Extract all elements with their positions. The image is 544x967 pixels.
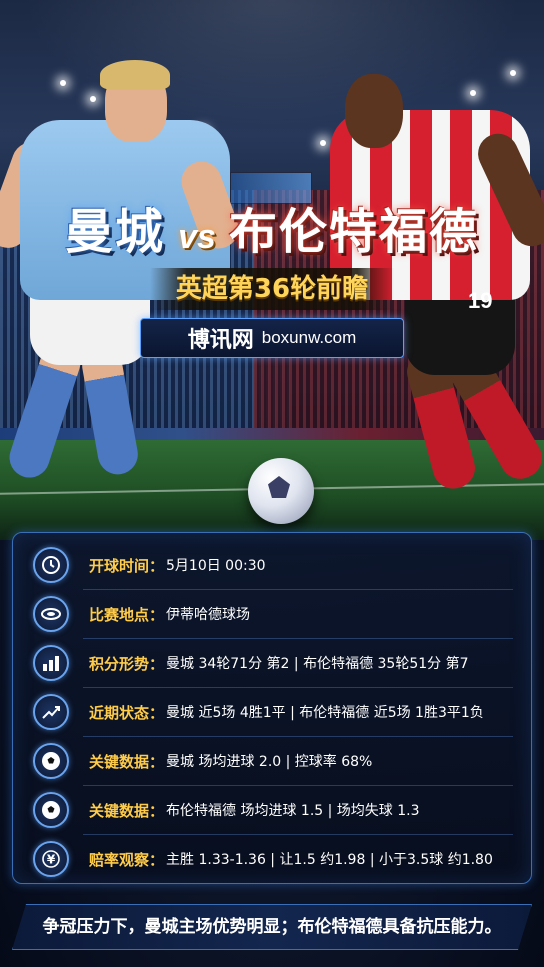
info-row-key-data-home: 关键数据： 曼城 场均进球 2.0 | 控球率 68%	[33, 739, 523, 783]
match-info-panel: 开球时间： 5月10日 00:30 比赛地点： 伊蒂哈德球场 积分形势： 曼城 …	[12, 532, 532, 884]
info-row-key-data-away: 关键数据： 布伦特福德 场均进球 1.5 | 场均失球 1.3	[33, 788, 523, 832]
info-label: 近期状态：	[89, 703, 165, 722]
match-title: 曼城 vs 布伦特福德	[0, 192, 544, 262]
info-label: 关键数据：	[89, 801, 165, 820]
match-preview-poster: 19 曼城 vs 布伦特福德 英超第36轮前瞻 博讯网 boxunw.com 开…	[0, 0, 544, 967]
clock-icon	[33, 547, 69, 583]
floodlight	[470, 90, 476, 96]
floodlight	[510, 70, 516, 76]
home-team-name: 曼城	[64, 204, 165, 260]
info-value: 布伦特福德 场均进球 1.5 | 场均失球 1.3	[166, 803, 420, 819]
info-row-kickoff: 开球时间： 5月10日 00:30	[33, 543, 523, 587]
info-value: 曼城 34轮71分 第2 | 布伦特福德 35轮51分 第7	[166, 656, 469, 672]
player-number: 19	[468, 288, 493, 313]
bar-chart-icon	[33, 645, 69, 681]
soccer-ball-icon	[33, 792, 69, 828]
vs-label: vs	[178, 218, 216, 256]
info-row-odds: ¥ 赔率观察： 主胜 1.33-1.36 | 让1.5 约1.98 | 小于3.…	[33, 837, 523, 881]
info-label: 积分形势：	[89, 654, 165, 673]
info-label: 比赛地点：	[89, 605, 165, 624]
yen-icon: ¥	[33, 841, 69, 877]
svg-text:¥: ¥	[47, 853, 56, 867]
brand-url: boxunw.com	[261, 328, 357, 347]
away-team-name: 布伦特福德	[229, 204, 480, 260]
info-label: 关键数据：	[89, 752, 165, 771]
soccer-ball	[248, 458, 314, 524]
floodlight	[320, 140, 326, 146]
brand-name: 博讯网	[187, 328, 254, 353]
stadium-icon	[33, 596, 69, 632]
brand-badge: 博讯网 boxunw.com	[140, 318, 404, 358]
soccer-ball-icon	[33, 743, 69, 779]
info-label: 赔率观察：	[89, 850, 165, 869]
info-row-form: 近期状态： 曼城 近5场 4胜1平 | 布伦特福德 近5场 1胜3平1负	[33, 690, 523, 734]
info-value: 主胜 1.33-1.36 | 让1.5 约1.98 | 小于3.5球 约1.80	[166, 852, 493, 868]
info-value: 曼城 场均进球 2.0 | 控球率 68%	[166, 754, 373, 770]
floodlight	[60, 80, 66, 86]
info-row-venue: 比赛地点： 伊蒂哈德球场	[33, 592, 523, 636]
info-value: 5月10日 00:30	[166, 558, 266, 574]
floodlight	[90, 96, 96, 102]
info-value: 伊蒂哈德球场	[166, 607, 251, 623]
trend-line-icon	[33, 694, 69, 730]
info-label: 开球时间：	[89, 556, 165, 575]
summary-tagline: 争冠压力下，曼城主场优势明显；布伦特福德具备抗压能力。	[12, 904, 532, 950]
info-row-standings: 积分形势： 曼城 34轮71分 第2 | 布伦特福德 35轮51分 第7	[33, 641, 523, 685]
round-label: 英超第36轮前瞻	[150, 268, 394, 310]
info-value: 曼城 近5场 4胜1平 | 布伦特福德 近5场 1胜3平1负	[166, 705, 484, 721]
